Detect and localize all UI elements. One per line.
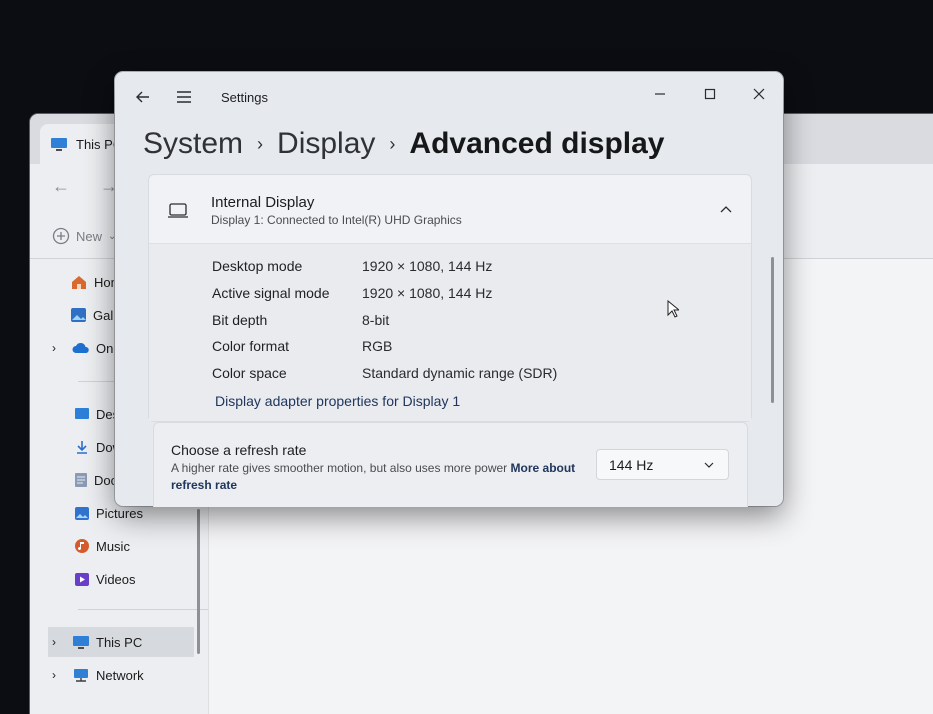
pictures-icon — [75, 506, 89, 520]
refresh-rate-description-block: A higher rate gives smoother motion, but… — [171, 460, 581, 494]
laptop-icon — [168, 203, 188, 218]
this-pc-icon — [73, 635, 89, 649]
breadcrumb: System › Display › Advanced display — [143, 122, 665, 166]
cloud-icon — [72, 342, 89, 353]
nav-item-network[interactable]: › Network — [48, 660, 212, 690]
music-icon — [75, 539, 89, 553]
nav-label-network: Network — [96, 667, 144, 683]
close-icon — [753, 88, 765, 100]
hamburger-menu-icon[interactable] — [175, 88, 193, 106]
page-title: Advanced display — [409, 127, 665, 160]
breadcrumb-system[interactable]: System — [143, 127, 243, 161]
network-icon — [74, 668, 88, 682]
info-value: 1920 × 1080, 144 Hz — [362, 285, 493, 301]
nav-divider — [78, 609, 208, 610]
nav-label-videos: Videos — [96, 571, 136, 587]
back-arrow-icon[interactable]: ← — [52, 176, 70, 197]
window-title: Settings — [221, 90, 268, 105]
refresh-rate-selected-value: 144 Hz — [609, 456, 654, 473]
chevron-right-icon[interactable]: › — [52, 635, 66, 649]
info-value: RGB — [362, 338, 393, 354]
close-button[interactable] — [739, 78, 779, 110]
nav-label-this-pc: This PC — [96, 634, 143, 650]
info-value: 1920 × 1080, 144 Hz — [362, 258, 493, 274]
display-info-card: Internal Display Display 1: Connected to… — [148, 174, 752, 422]
settings-titlebar: Settings — [115, 72, 783, 122]
info-label: Color format — [212, 338, 290, 354]
info-value: 8-bit — [362, 312, 390, 328]
info-label: Bit depth — [212, 312, 268, 328]
home-icon — [72, 276, 86, 289]
minimize-icon — [655, 93, 665, 95]
maximize-icon — [704, 88, 716, 100]
refresh-rate-title: Choose a refresh rate — [171, 442, 307, 458]
chevron-down-icon — [704, 462, 714, 468]
explorer-nav-scrollbar[interactable] — [197, 509, 200, 654]
info-label: Desktop mode — [212, 258, 303, 274]
display-card-subtitle: Display 1: Connected to Intel(R) UHD Gra… — [211, 213, 462, 227]
this-pc-icon — [51, 137, 67, 151]
plus-circle-icon[interactable] — [52, 227, 70, 245]
refresh-rate-dropdown[interactable]: 144 Hz — [596, 449, 729, 480]
desktop-icon — [75, 408, 89, 419]
videos-icon — [75, 572, 89, 586]
nav-item-videos[interactable]: Videos 📌︎ — [48, 564, 234, 594]
new-button[interactable]: New — [76, 229, 102, 244]
display-card-header[interactable]: Internal Display Display 1: Connected to… — [149, 175, 751, 244]
document-icon — [75, 473, 87, 487]
settings-window: Settings System › Display › Advanced dis… — [115, 72, 783, 507]
maximize-button[interactable] — [690, 78, 730, 110]
download-icon — [77, 441, 87, 454]
mouse-pointer-icon — [667, 300, 679, 318]
minimize-button[interactable] — [640, 78, 680, 110]
settings-scrollbar[interactable] — [771, 257, 774, 403]
info-label: Color space — [212, 365, 287, 381]
chevron-right-icon[interactable]: › — [52, 341, 66, 355]
chevron-right-icon[interactable]: › — [52, 668, 66, 682]
nav-item-music[interactable]: Music 📌︎ — [48, 531, 234, 561]
display-card-details: Desktop mode 1920 × 1080, 144 Hz Active … — [149, 244, 751, 421]
back-arrow-icon[interactable] — [133, 87, 153, 107]
gallery-icon — [71, 308, 86, 322]
display-adapter-properties-link[interactable]: Display adapter properties for Display 1 — [215, 393, 460, 409]
nav-label-music: Music — [96, 538, 130, 554]
nav-item-this-pc[interactable]: › This PC — [48, 627, 194, 657]
nav-label-pictures: Pictures — [96, 505, 143, 521]
refresh-rate-description: A higher rate gives smoother motion, but… — [171, 461, 508, 475]
display-card-title: Internal Display — [211, 194, 315, 211]
breadcrumb-display[interactable]: Display — [277, 127, 375, 161]
chevron-up-icon[interactable] — [719, 204, 733, 214]
breadcrumb-separator: › — [257, 133, 264, 154]
breadcrumb-separator: › — [389, 133, 396, 154]
refresh-rate-card: Choose a refresh rate A higher rate give… — [153, 422, 748, 507]
info-label: Active signal mode — [212, 285, 330, 301]
info-value: Standard dynamic range (SDR) — [362, 365, 558, 381]
